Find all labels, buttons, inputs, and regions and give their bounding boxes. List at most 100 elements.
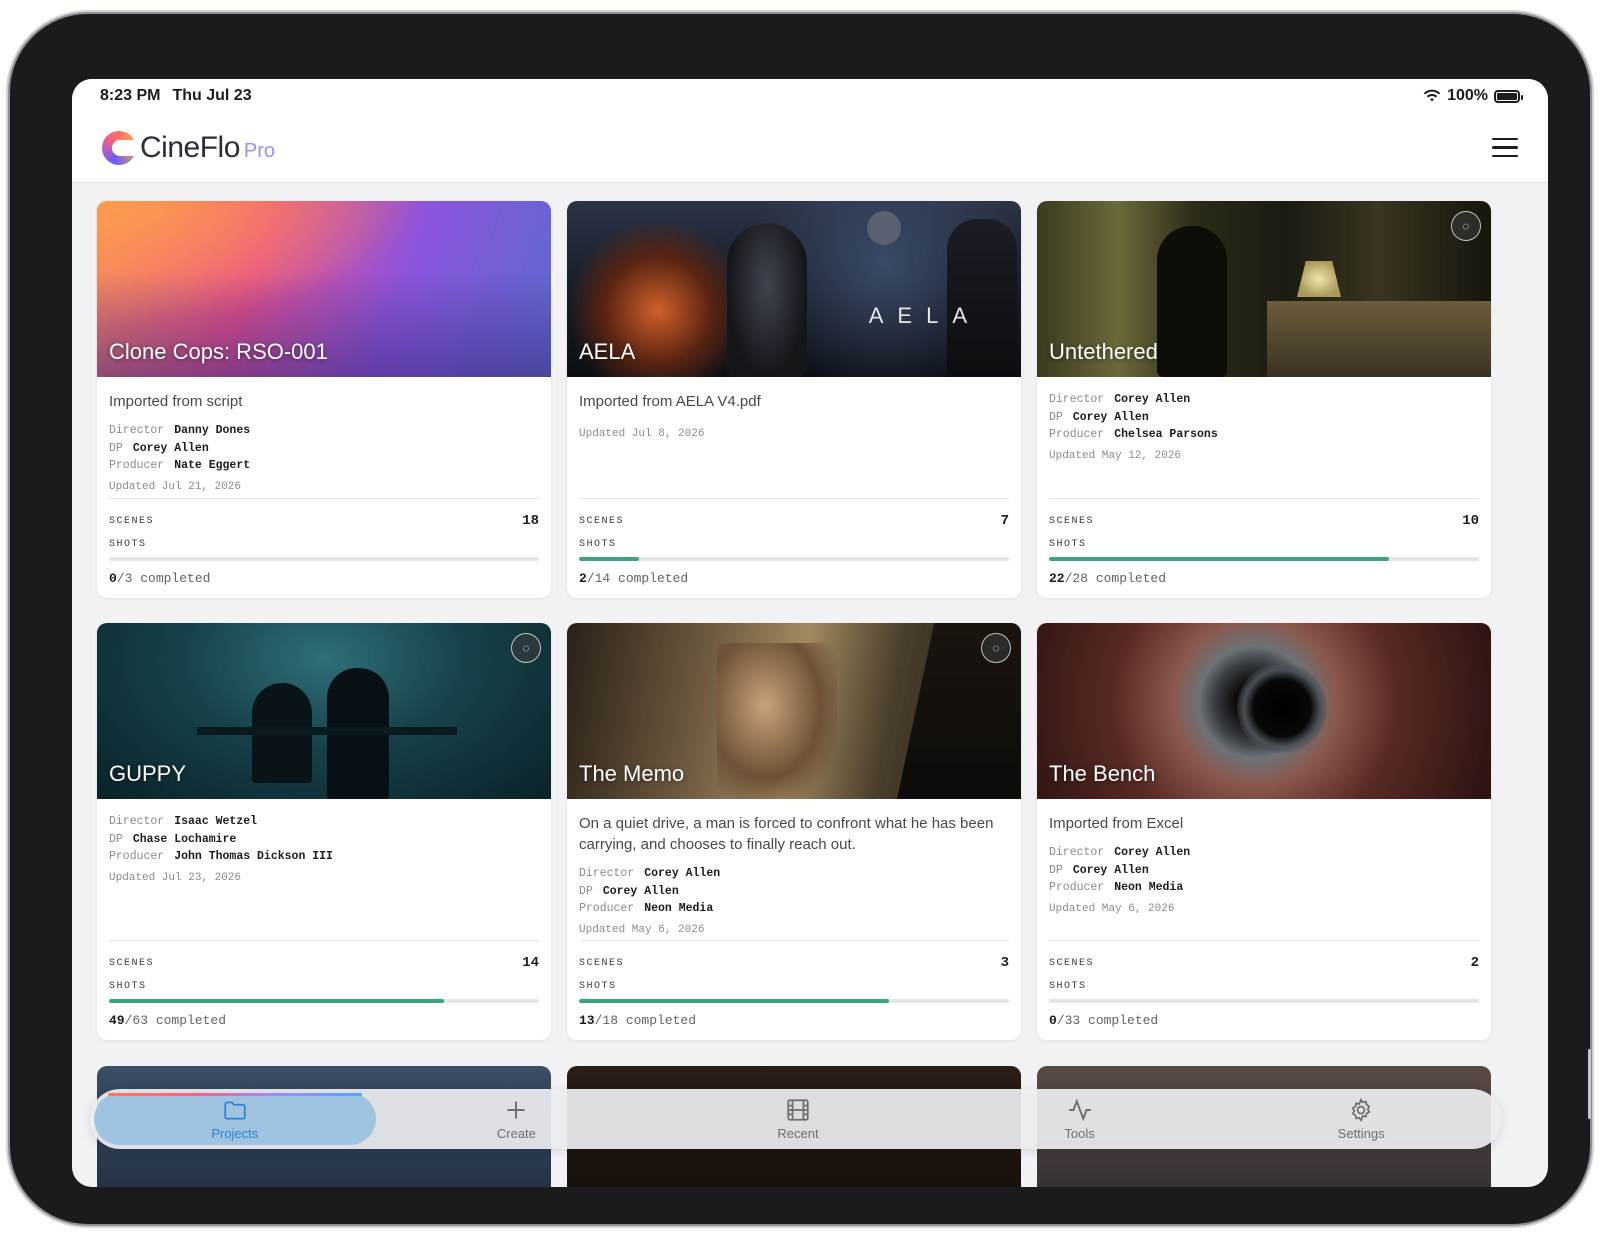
plus-icon	[507, 1101, 526, 1119]
project-title: The Memo	[579, 761, 685, 786]
updated-date: Updated Jul 8, 2026	[579, 428, 705, 440]
updated-date: Updated May 6, 2026	[579, 923, 705, 936]
project-stats: SCENES 10 SHOTS 22/28 completed	[1049, 498, 1479, 586]
producer-name: Neon Media	[644, 902, 714, 915]
project-title: GUPPY	[109, 761, 187, 786]
dp-name: Corey Allen	[132, 441, 209, 455]
shots-label: SHOTS	[109, 981, 147, 992]
shots-label: SHOTS	[1049, 539, 1087, 550]
film-icon	[787, 1099, 809, 1121]
producer-name: Nate Eggert	[174, 459, 251, 472]
updated-date: Updated May 6, 2026	[1049, 902, 1175, 915]
project-stats: SCENES 3 SHOTS 13/18 completed	[579, 940, 1009, 1028]
producer-label: Producer	[579, 902, 635, 915]
project-credits: Director Isaac Wetzel DP Chase Lochamire P…	[109, 813, 539, 866]
shots-label: SHOTS	[109, 539, 147, 550]
producer-label: Producer	[1049, 428, 1105, 441]
status-time: 8:23 PM	[100, 87, 161, 104]
shots-progress-bar	[1049, 557, 1479, 561]
app-header: CineFlo Pro	[72, 113, 1548, 183]
scenes-count: 3	[1000, 955, 1009, 971]
project-cover: AELA AELA	[567, 201, 1021, 377]
status-bar: 8:23 PM Thu Jul 23 100%	[72, 79, 1548, 113]
project-card[interactable]: ◌ The Memo On a quiet drive, a man is fo…	[567, 623, 1021, 1040]
director-label: Director	[579, 867, 635, 880]
tab-label: Recent	[777, 1126, 819, 1141]
project-cover: ◌ The Memo	[567, 623, 1021, 799]
side-button	[1588, 1049, 1591, 1119]
tab-settings[interactable]: Settings	[1220, 1093, 1502, 1145]
tab-label: Create	[496, 1126, 536, 1141]
director-label: Director	[1049, 846, 1105, 859]
producer-label: Producer	[109, 459, 165, 472]
producer-name: John Thomas Dickson III	[174, 850, 333, 863]
tab-bar: Projects Create Recent Tools Settings	[90, 1089, 1502, 1149]
project-description: Imported from AELA V4.pdf	[579, 393, 761, 410]
project-credits: Director Corey Allen DP Corey Allen Produc…	[1049, 844, 1479, 897]
dp-name: Corey Allen	[1072, 863, 1149, 877]
hamburger-menu-icon[interactable]	[1492, 137, 1518, 158]
tab-create[interactable]: Create	[376, 1093, 658, 1145]
dp-label: DP	[1049, 863, 1063, 877]
director-name: Corey Allen	[1114, 393, 1191, 406]
project-credits: Director Corey Allen DP Corey Allen Produc…	[579, 865, 1009, 918]
scenes-count: 2	[1470, 955, 1479, 971]
shared-users-icon: ◌	[1451, 211, 1481, 241]
activity-icon	[1068, 1098, 1091, 1122]
shared-users-icon: ◌	[981, 633, 1011, 663]
producer-label: Producer	[1049, 881, 1105, 894]
project-credits: Director Danny Dones DP Corey Allen Produc…	[109, 422, 539, 475]
dp-name: Corey Allen	[1072, 410, 1149, 424]
app-logo[interactable]: CineFlo Pro	[102, 130, 275, 165]
project-card[interactable]: The Bench Imported from Excel Director Co…	[1037, 623, 1491, 1040]
project-title: AELA	[579, 339, 636, 364]
battery-icon	[1494, 89, 1523, 103]
project-cover: ◌ Untethered	[1037, 201, 1491, 377]
project-cover: ◌ GUPPY	[97, 623, 551, 799]
shots-progress-bar	[109, 999, 539, 1003]
director-name: Corey Allen	[644, 867, 721, 880]
director-name: Danny Dones	[174, 424, 251, 437]
director-label: Director	[1049, 393, 1105, 406]
logo-name: CineFlo	[140, 130, 240, 164]
scenes-count: 7	[1000, 513, 1009, 529]
tab-projects[interactable]: Projects	[94, 1093, 376, 1145]
tab-tools[interactable]: Tools	[939, 1093, 1221, 1145]
director-label: Director	[109, 424, 165, 437]
dp-label: DP	[109, 441, 123, 455]
updated-date: Updated May 12, 2026	[1049, 449, 1182, 462]
project-card[interactable]: ◌ Untethered Director Corey Allen DP Corey…	[1037, 201, 1491, 598]
shots-completed: 22/28 completed	[1049, 571, 1167, 586]
producer-label: Producer	[109, 850, 165, 863]
director-name: Isaac Wetzel	[174, 815, 258, 828]
dp-name: Corey Allen	[602, 884, 679, 898]
project-card[interactable]: ◌ GUPPY Director Isaac Wetzel DP Chase Loc…	[97, 623, 551, 1040]
scenes-count: 10	[1462, 513, 1479, 529]
project-card[interactable]: Clone Cops: RSO-001 Imported from script…	[97, 201, 551, 598]
project-title: Untethered	[1049, 339, 1158, 364]
director-name: Corey Allen	[1114, 846, 1191, 859]
project-title: Clone Cops: RSO-001	[109, 339, 328, 364]
tab-recent[interactable]: Recent	[657, 1093, 939, 1145]
ipad-frame: 8:23 PM Thu Jul 23 100% CineFlo Pro Clon…	[10, 14, 1591, 1224]
dp-label: DP	[109, 832, 123, 846]
scenes-label: SCENES	[579, 515, 625, 527]
shots-completed: 2/14 completed	[579, 571, 689, 586]
project-credits: Director Corey Allen DP Corey Allen Produc…	[1049, 391, 1479, 444]
project-description: Imported from Excel	[1049, 815, 1184, 832]
shots-label: SHOTS	[579, 539, 617, 550]
project-card[interactable]: AELA AELA Imported from AELA V4.pdf Upda…	[567, 201, 1021, 598]
project-stats: SCENES 14 SHOTS 49/63 completed	[109, 940, 539, 1028]
shots-completed: 0/3 completed	[109, 571, 211, 586]
folder-icon	[224, 1101, 246, 1120]
project-stats: SCENES 2 SHOTS 0/33 completed	[1049, 940, 1479, 1028]
project-title: The Bench	[1049, 761, 1156, 786]
battery-percent: 100%	[1447, 87, 1488, 104]
shots-progress-bar	[579, 557, 1009, 561]
project-cover: Clone Cops: RSO-001	[97, 201, 551, 377]
shots-completed: 49/63 completed	[109, 1013, 227, 1028]
scenes-label: SCENES	[1049, 957, 1095, 969]
shots-progress-bar	[109, 557, 539, 561]
updated-date: Updated Jul 21, 2026	[109, 480, 242, 493]
project-stats: SCENES 7 SHOTS 2/14 completed	[579, 498, 1009, 586]
